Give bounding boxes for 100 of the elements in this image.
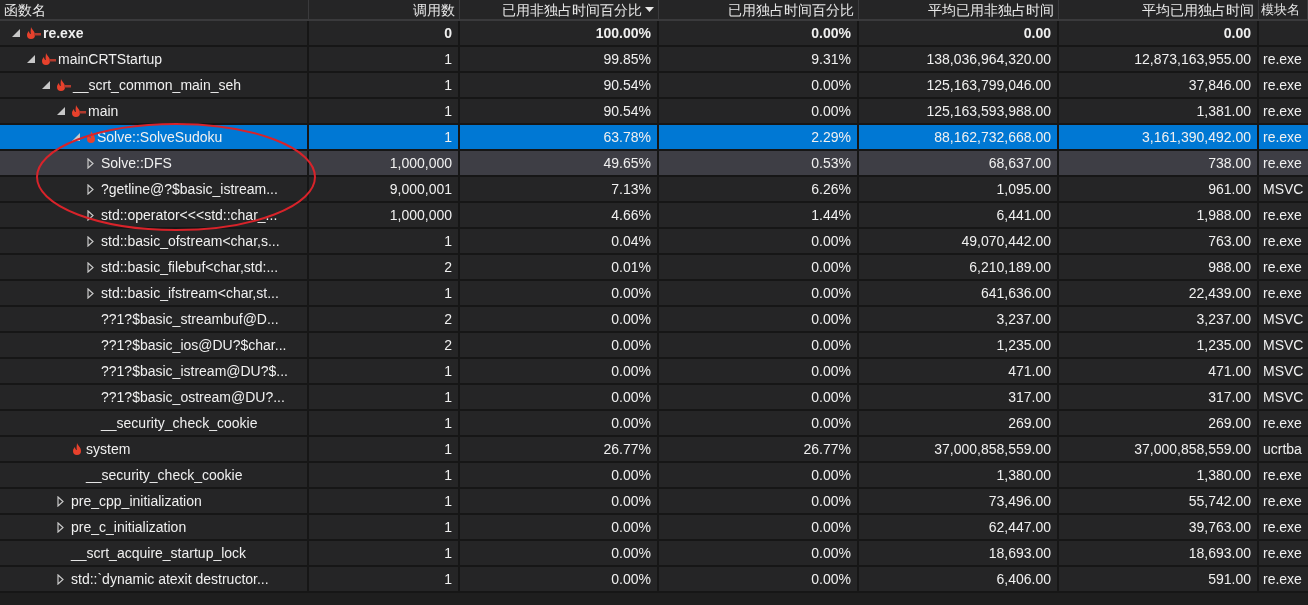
function-name: std::basic_ifstream<char,st... [101, 285, 279, 301]
expanded-arrow-icon[interactable] [12, 29, 20, 37]
function-name: std::operator<<<std::char_... [101, 207, 278, 223]
table-cell: 0.04% [611, 233, 651, 249]
table-cell: 7.13% [611, 181, 651, 197]
expanded-arrow-icon[interactable] [57, 107, 65, 115]
function-name: pre_cpp_initialization [71, 493, 202, 509]
table-cell: 49.65% [603, 155, 651, 171]
table-cell: 1 [444, 129, 452, 145]
table-cell: 63.78% [603, 129, 651, 145]
table-row[interactable]: __security_check_cookie 1 0.00% 0.00% 1,380.00 1,380.00 re.exe [0, 463, 1308, 489]
table-cell: 0.00 [1023, 25, 1051, 41]
table-cell: 0.00% [611, 311, 651, 327]
table-row[interactable]: std::basic_ofstream<char,s... 1 0.04% 0.00% 49,070,442.00 763.00 re.exe [0, 229, 1308, 255]
table-row[interactable]: __security_check_cookie 1 0.00% 0.00% 269.00 269.00 re.exe [0, 411, 1308, 437]
collapsed-arrow-icon[interactable] [57, 521, 64, 533]
table-cell: 3,161,390,492.00 [1142, 129, 1251, 145]
table-cell: 3,237.00 [996, 311, 1051, 327]
collapsed-arrow-icon[interactable] [87, 209, 94, 221]
table-cell: MSVC [1263, 389, 1304, 405]
table-cell: 0.00% [811, 389, 851, 405]
function-name: main [88, 103, 119, 119]
table-cell: 12,873,163,955.00 [1134, 51, 1251, 67]
table-cell: 763.00 [1208, 233, 1251, 249]
table-cell: re.exe [1263, 51, 1302, 67]
table-cell: 37,000,858,559.00 [1134, 441, 1251, 457]
table-row[interactable]: system 1 26.77% 26.77% 37,000,858,559.00 37,000,858,559.00 ucrtba [0, 437, 1308, 463]
collapsed-arrow-icon[interactable] [87, 235, 94, 247]
collapsed-arrow-icon[interactable] [57, 573, 64, 585]
table-cell: 2.29% [811, 129, 851, 145]
table-row[interactable]: std::operator<<<std::char_... 1,000,000 4.66% 1.44% 6,441.00 1,988.00 re.exe [0, 203, 1308, 229]
column-header[interactable]: 已用独占时间百分比 [659, 0, 859, 19]
collapsed-arrow-icon[interactable] [57, 495, 64, 507]
table-row[interactable]: main 1 90.54% 0.00% 125,163,593,988.00 1,381.00 re.exe [0, 99, 1308, 125]
function-name: std::basic_ofstream<char,s... [101, 233, 280, 249]
collapsed-arrow-icon[interactable] [87, 183, 94, 195]
column-header[interactable]: 调用数 [309, 0, 460, 19]
table-cell: 471.00 [1008, 363, 1051, 379]
table-row[interactable]: ??1?$basic_streambuf@D... 2 0.00% 0.00% 3,237.00 3,237.00 MSVC [0, 307, 1308, 333]
table-cell: 1,095.00 [996, 181, 1051, 197]
table-cell: 1,235.00 [996, 337, 1051, 353]
table-row[interactable]: ??1?$basic_ostream@DU?... 1 0.00% 0.00% 317.00 317.00 MSVC [0, 385, 1308, 411]
table-cell: 1,380.00 [996, 467, 1051, 483]
table-cell: 55,742.00 [1188, 493, 1251, 509]
table-cell: 317.00 [1208, 389, 1251, 405]
table-row[interactable]: std::basic_filebuf<char,std:... 2 0.01% 0.00% 6,210,189.00 988.00 re.exe [0, 255, 1308, 281]
table-cell: 1.44% [811, 207, 851, 223]
table-cell: 1 [444, 389, 452, 405]
table-cell: 37,846.00 [1188, 77, 1251, 93]
table-cell: 269.00 [1008, 415, 1051, 431]
table-cell: 1,000,000 [389, 207, 452, 223]
table-cell: re.exe [1263, 545, 1302, 561]
collapsed-arrow-icon[interactable] [87, 287, 94, 299]
collapsed-arrow-icon[interactable] [87, 157, 94, 169]
table-cell: 0.01% [611, 259, 651, 275]
table-cell: 1,000,000 [389, 155, 452, 171]
table-cell: MSVC [1263, 311, 1304, 327]
table-row[interactable]: Solve::DFS 1,000,000 49.65% 0.53% 68,637.00 738.00 re.exe [0, 151, 1308, 177]
table-row[interactable]: __scrt_acquire_startup_lock 1 0.00% 0.00% 18,693.00 18,693.00 re.exe [0, 541, 1308, 567]
table-row[interactable]: Solve::SolveSudoku 1 63.78% 2.29% 88,162,732,668.00 3,161,390,492.00 re.exe [0, 125, 1308, 151]
table-cell: 6,406.00 [996, 571, 1051, 587]
table-row[interactable]: std::basic_ifstream<char,st... 1 0.00% 0.00% 641,636.00 22,439.00 re.exe [0, 281, 1308, 307]
table-cell: 0.00% [611, 493, 651, 509]
table-row[interactable]: pre_c_initialization 1 0.00% 0.00% 62,447.00 39,763.00 re.exe [0, 515, 1308, 541]
table-cell: 73,496.00 [988, 493, 1051, 509]
table-cell: 18,693.00 [988, 545, 1051, 561]
function-name: pre_c_initialization [71, 519, 187, 535]
table-row[interactable]: ??1?$basic_istream@DU?$... 1 0.00% 0.00% 471.00 471.00 MSVC [0, 359, 1308, 385]
table-row[interactable]: re.exe 0 100.00% 0.00% 0.00 0.00 [0, 21, 1308, 47]
table-cell: 0.00% [811, 467, 851, 483]
table-cell: 0.00% [811, 363, 851, 379]
column-header[interactable]: 模块名 [1259, 0, 1308, 19]
expanded-arrow-icon[interactable] [27, 55, 35, 63]
table-cell: 125,163,799,046.00 [926, 77, 1051, 93]
table-cell: 0 [444, 25, 452, 41]
table-cell: 1 [444, 467, 452, 483]
table-cell: 0.00% [611, 571, 651, 587]
collapsed-arrow-icon[interactable] [87, 261, 94, 273]
table-cell: 0.00% [811, 545, 851, 561]
table-row[interactable]: pre_cpp_initialization 1 0.00% 0.00% 73,496.00 55,742.00 re.exe [0, 489, 1308, 515]
column-header[interactable]: 平均已用独占时间 [1059, 0, 1259, 19]
table-cell: 6,210,189.00 [969, 259, 1051, 275]
table-cell: 26.77% [803, 441, 851, 457]
column-header[interactable]: 函数名 [0, 0, 309, 19]
table-row[interactable]: mainCRTStartup 1 99.85% 9.31% 138,036,964,320.00 12,873,163,955.00 re.exe [0, 47, 1308, 73]
table-row[interactable]: ??1?$basic_ios@DU?$char... 2 0.00% 0.00% 1,235.00 1,235.00 MSVC [0, 333, 1308, 359]
table-row[interactable]: std::`dynamic atexit destructor... 1 0.00% 0.00% 6,406.00 591.00 re.exe [0, 567, 1308, 593]
table-cell: 0.00% [811, 25, 851, 41]
table-cell: 22,439.00 [1188, 285, 1251, 301]
table-cell: 3,237.00 [1196, 311, 1251, 327]
table-cell: MSVC [1263, 363, 1304, 379]
table-cell: 0.00% [611, 285, 651, 301]
table-row[interactable]: ?getline@?$basic_istream... 9,000,001 7.13% 6.26% 1,095.00 961.00 MSVC [0, 177, 1308, 203]
table-cell: 0.00% [811, 337, 851, 353]
table-row[interactable]: __scrt_common_main_seh 1 90.54% 0.00% 125,163,799,046.00 37,846.00 re.exe [0, 73, 1308, 99]
column-header[interactable]: 平均已用非独占时间 [859, 0, 1059, 19]
table-cell: 0.00% [811, 415, 851, 431]
expanded-arrow-icon[interactable] [42, 81, 50, 89]
column-header[interactable]: 已用非独占时间百分比 [460, 0, 659, 19]
table-cell: 2 [444, 311, 452, 327]
